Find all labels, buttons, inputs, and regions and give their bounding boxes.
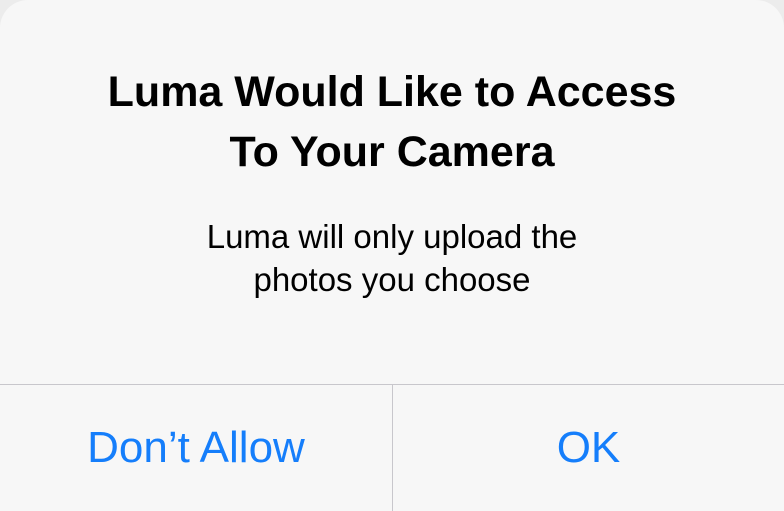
- alert-content: Luma Would Like to Access To Your Camera…: [0, 0, 784, 384]
- alert-title-line-1: Luma Would Like to Access: [107, 68, 677, 116]
- ok-button[interactable]: OK: [393, 385, 784, 511]
- alert-message-line-2: photos you choose: [253, 261, 531, 298]
- alert-message-line-1: Luma will only upload the: [206, 218, 578, 255]
- dont-allow-button[interactable]: Don’t Allow: [0, 385, 392, 511]
- alert-title-line-2: To Your Camera: [229, 128, 555, 176]
- permission-alert-dialog: Luma Would Like to Access To Your Camera…: [0, 0, 784, 511]
- alert-message: Luma will only upload the photos you cho…: [60, 215, 724, 301]
- alert-title: Luma Would Like to Access To Your Camera: [40, 62, 744, 182]
